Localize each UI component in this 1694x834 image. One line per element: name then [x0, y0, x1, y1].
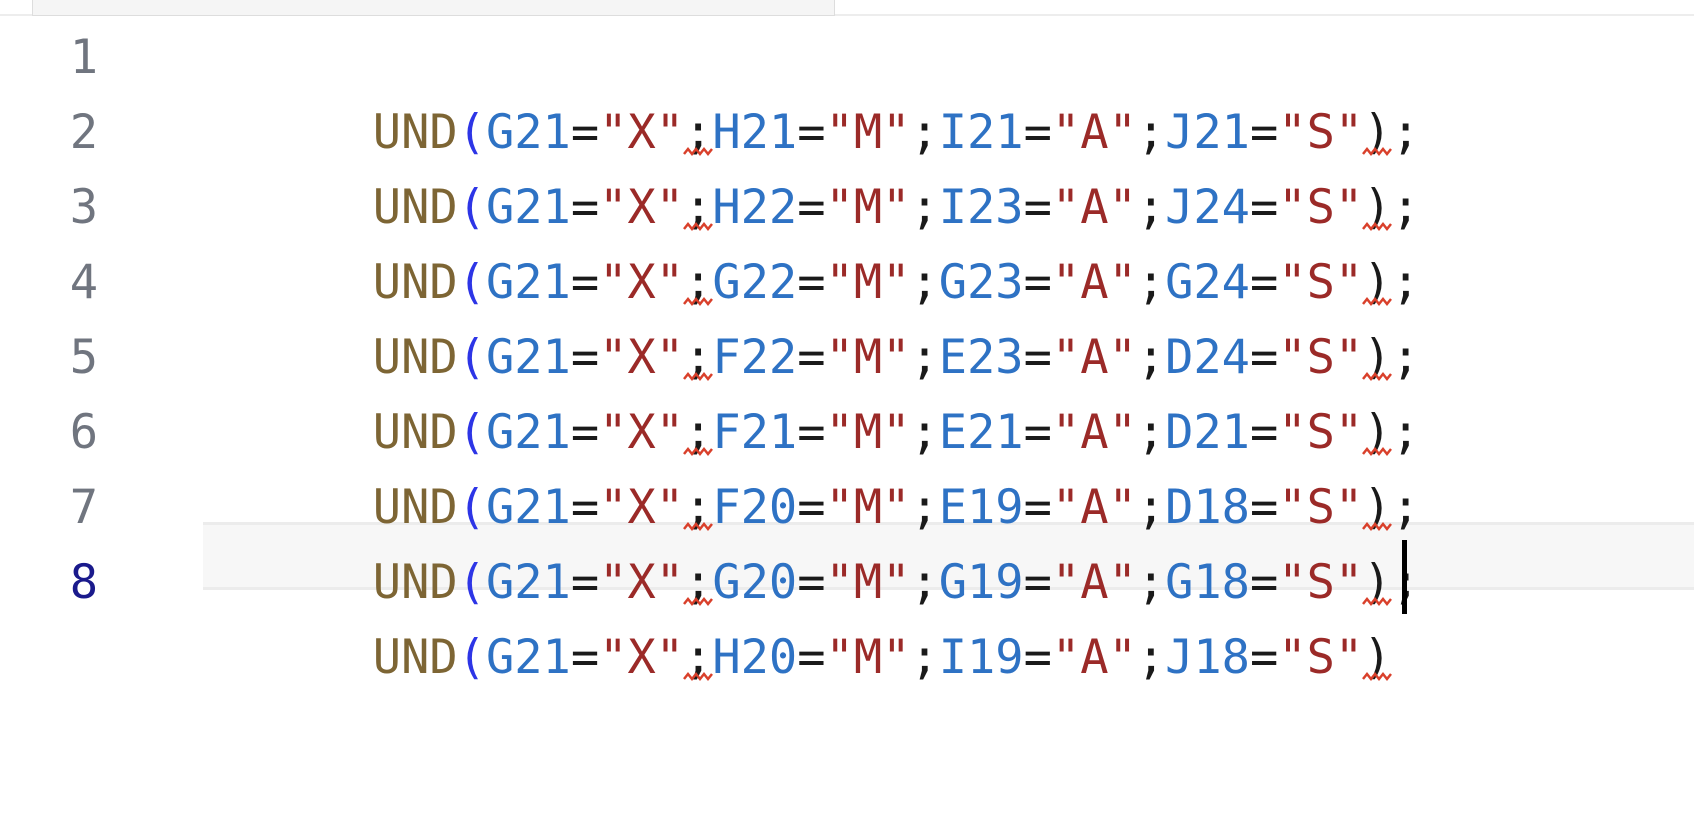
formula-text[interactable]: UND(G21="X"; G22="M";G23="A";G24="S"); [203, 170, 1420, 310]
close-paren: ) [1362, 630, 1393, 685]
editor-line-7[interactable]: 7 UND(G21="X";G20="M";G19="A";G18="S"); [0, 470, 1694, 610]
equals-operator: = [1249, 630, 1279, 685]
editor-line-1[interactable]: 1 UND(G21="X"; H21="M";I21="A";J21="S"); [0, 20, 1694, 160]
equals-operator: = [1023, 630, 1052, 685]
line-number: 4 [69, 255, 98, 310]
argument-separator: ; [1136, 630, 1166, 685]
function-name: UND [372, 630, 458, 685]
squiggle-underline-icon [1362, 671, 1393, 681]
formula-text[interactable]: UND(G21="X"; F20="M";E19="A";D18="S"); [203, 395, 1420, 535]
argument-separator: ; [683, 630, 714, 685]
line-number: 3 [69, 180, 98, 235]
squiggle-underline-icon [683, 671, 714, 681]
formula-text[interactable]: UND(G21="X"; H22="M";I23="A";J24="S"); [203, 95, 1420, 235]
code-editor[interactable]: 1 UND(G21="X"; H21="M";I21="A";J21="S"); … [0, 20, 1694, 685]
string-value-b: "M" [825, 630, 911, 685]
equals-operator: = [797, 630, 826, 685]
text-cursor [1402, 540, 1407, 614]
formula-text[interactable]: UND(G21="X"; F22="M";E23="A";D24="S"); [203, 245, 1420, 385]
line-number: 2 [69, 105, 98, 160]
cell-reference-b: H20 [712, 630, 798, 685]
open-paren: ( [457, 630, 486, 685]
formula-text[interactable]: UND(G21="X"; F21="M";E21="A";D21="S"); [203, 320, 1420, 460]
formula-text[interactable]: UND(G21="X";G20="M";G19="A";G18="S"); [203, 470, 1420, 610]
equals-operator: = [570, 630, 600, 685]
string-value-c: "A" [1051, 630, 1137, 685]
cell-reference-d: J18 [1165, 630, 1250, 685]
editor-line-5[interactable]: 5 UND(G21="X"; F21="M";E21="A";D21="S"); [0, 320, 1694, 460]
cell-reference-a: G21 [485, 630, 571, 685]
editor-line-8[interactable]: 8 UND(G21="X"; H20="M";I19="A";J18="S") [0, 545, 1694, 685]
string-value-d: "S" [1278, 630, 1364, 685]
string-value-a: "X" [599, 630, 685, 685]
line-number: 5 [69, 330, 98, 385]
argument-separator: ; [910, 630, 939, 685]
editor-line-2[interactable]: 2 UND(G21="X"; H22="M";I23="A";J24="S"); [0, 95, 1694, 235]
formula-text[interactable]: UND(G21="X"; H21="M";I21="A";J21="S"); [203, 20, 1420, 160]
line-number: 8 [69, 555, 98, 610]
editor-line-6[interactable]: 6 UND(G21="X"; F20="M";E19="A";D18="S"); [0, 395, 1694, 535]
editor-line-4[interactable]: 4 UND(G21="X"; F22="M";E23="A";D24="S"); [0, 245, 1694, 385]
formula-text[interactable]: UND(G21="X"; H20="M";I19="A";J18="S") [203, 545, 1393, 685]
line-number: 7 [69, 480, 98, 535]
line-number: 6 [69, 405, 98, 460]
cell-reference-c: I19 [938, 630, 1024, 685]
editor-tab-strip[interactable] [32, 0, 835, 16]
line-number: 1 [69, 30, 98, 85]
editor-top-bar [0, 0, 1694, 16]
editor-line-3[interactable]: 3 UND(G21="X"; G22="M";G23="A";G24="S"); [0, 170, 1694, 310]
